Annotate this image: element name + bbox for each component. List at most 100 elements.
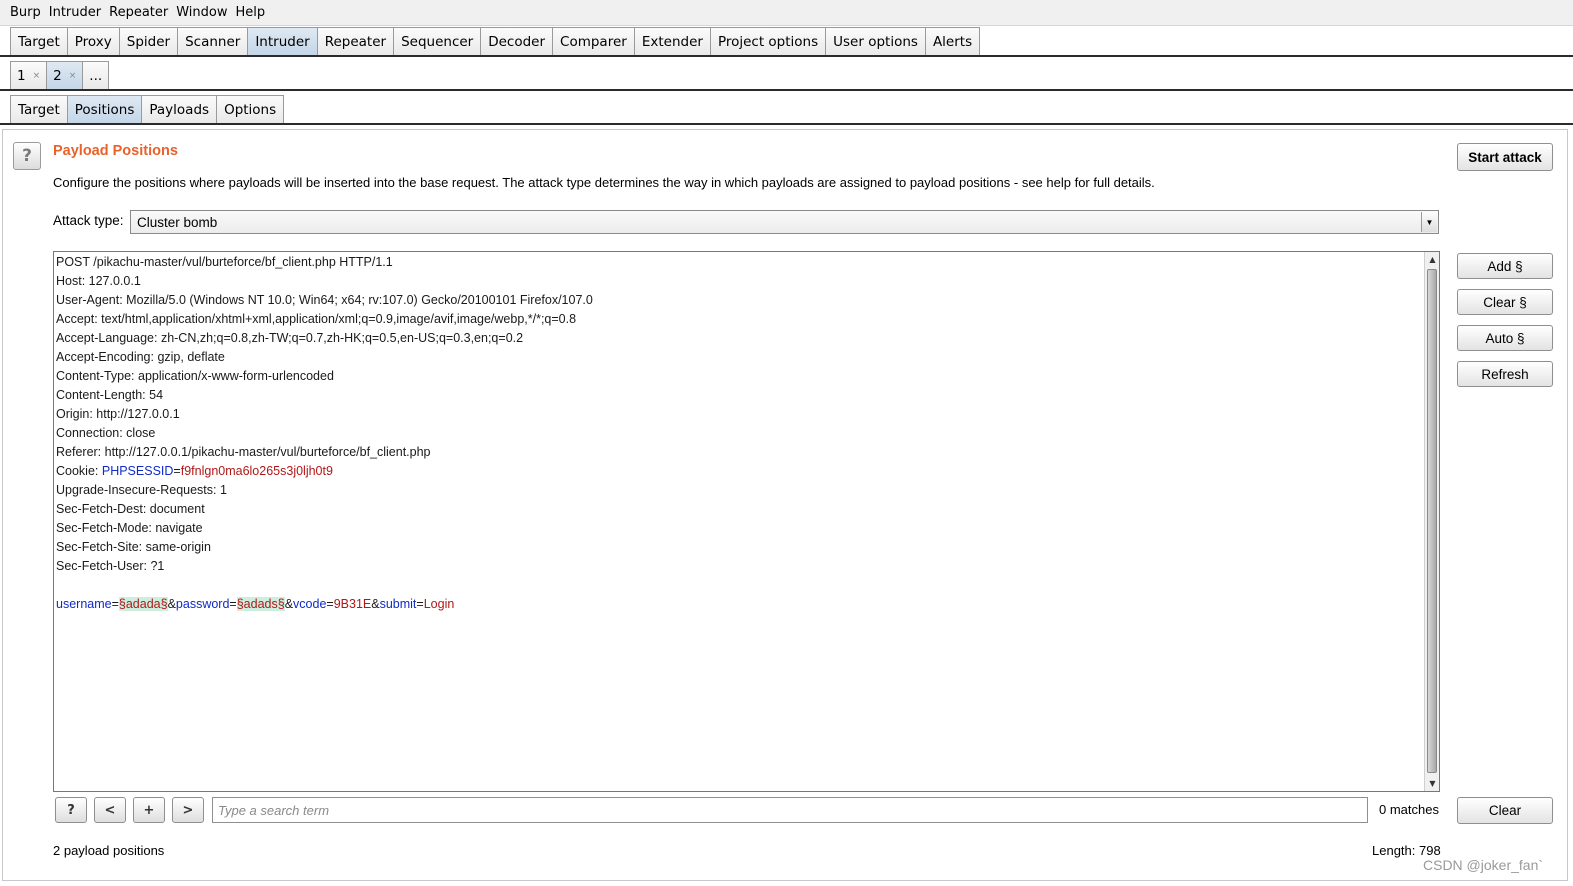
request-line: Content-Length: 54 bbox=[56, 388, 164, 402]
scroll-thumb[interactable] bbox=[1427, 269, 1437, 773]
payload-marker[interactable]: §adada§ bbox=[118, 597, 168, 611]
subtab-options[interactable]: Options bbox=[216, 95, 285, 123]
cookie-name: PHPSESSID bbox=[101, 464, 174, 478]
tab-sequencer[interactable]: Sequencer bbox=[393, 27, 482, 55]
param-name: password bbox=[175, 597, 230, 611]
close-icon[interactable]: × bbox=[33, 71, 41, 81]
subtab-target[interactable]: Target bbox=[10, 95, 68, 123]
section-description: Configure the positions where payloads w… bbox=[53, 175, 1155, 190]
search-next-button[interactable]: > bbox=[172, 797, 204, 823]
param-name: submit bbox=[379, 597, 417, 611]
subtab-positions[interactable]: Positions bbox=[66, 95, 143, 123]
request-line: Accept: text/html,application/xhtml+xml,… bbox=[56, 312, 577, 326]
search-prev-button[interactable]: < bbox=[94, 797, 126, 823]
cookie-value: f9fnlgn0ma6lo265s3j0ljh0t9 bbox=[180, 464, 333, 478]
request-line: Sec-Fetch-Mode: navigate bbox=[56, 521, 203, 535]
request-line: Upgrade-Insecure-Requests: 1 bbox=[56, 483, 227, 497]
main-tab-bar: Target Proxy Spider Scanner Intruder Repeater… bbox=[0, 27, 1573, 57]
tab-project-options[interactable]: Project options bbox=[709, 27, 827, 55]
scroll-up-icon[interactable]: ▲ bbox=[1425, 252, 1439, 267]
param-name: vcode bbox=[293, 597, 327, 611]
request-line: Connection: close bbox=[56, 426, 156, 440]
section-title: Payload Positions bbox=[53, 143, 178, 159]
param-value: Login bbox=[423, 597, 455, 611]
request-line bbox=[56, 576, 1416, 595]
refresh-button[interactable]: Refresh bbox=[1457, 361, 1553, 387]
request-line: Sec-Fetch-Site: same-origin bbox=[56, 540, 211, 554]
add-marker-button[interactable]: Add § bbox=[1457, 253, 1553, 279]
menu-item-window[interactable]: Window bbox=[172, 0, 231, 26]
menu-item-intruder[interactable]: Intruder bbox=[45, 0, 105, 26]
request-line: Accept-Encoding: gzip, deflate bbox=[56, 350, 225, 364]
config-tab-bar: Target Positions Payloads Options bbox=[0, 95, 1573, 125]
payload-marker[interactable]: §adads§ bbox=[236, 597, 285, 611]
watermark: CSDN @joker_fan` bbox=[1423, 857, 1544, 873]
request-line: Sec-Fetch-Dest: document bbox=[56, 502, 205, 516]
clear-markers-button[interactable]: Clear § bbox=[1457, 289, 1553, 315]
request-line-cookie: Cookie: PHPSESSID=f9fnlgn0ma6lo265s3j0lj… bbox=[56, 462, 1416, 481]
search-matches: 0 matches bbox=[1379, 802, 1439, 817]
separator: = bbox=[416, 597, 424, 611]
attack-tab-label: 2 bbox=[53, 67, 62, 84]
subtab-payloads[interactable]: Payloads bbox=[141, 95, 218, 123]
attack-type-label: Attack type: bbox=[53, 213, 124, 228]
separator: & bbox=[371, 597, 380, 611]
editor-scrollbar[interactable]: ▲ ▼ bbox=[1424, 252, 1439, 791]
scroll-down-icon[interactable]: ▼ bbox=[1425, 776, 1439, 791]
separator: & bbox=[167, 597, 176, 611]
menu-bar: Burp Intruder Repeater Window Help bbox=[0, 0, 1573, 26]
request-line: Content-Type: application/x-www-form-url… bbox=[56, 369, 334, 383]
tab-decoder[interactable]: Decoder bbox=[480, 27, 554, 55]
menu-item-help[interactable]: Help bbox=[232, 0, 270, 26]
chevron-down-icon[interactable]: ▼ bbox=[1421, 212, 1437, 232]
menu-item-burp[interactable]: Burp bbox=[6, 0, 45, 26]
tab-comparer[interactable]: Comparer bbox=[552, 27, 635, 55]
search-input[interactable] bbox=[212, 797, 1368, 823]
request-line: Host: 127.0.0.1 bbox=[56, 274, 141, 288]
close-icon[interactable]: × bbox=[69, 71, 77, 81]
search-help-icon[interactable]: ? bbox=[55, 797, 87, 823]
search-add-button[interactable]: + bbox=[133, 797, 165, 823]
auto-markers-button[interactable]: Auto § bbox=[1457, 325, 1553, 351]
attack-tab-bar: 1 × 2 ×... bbox=[0, 61, 1573, 91]
tab-proxy[interactable]: Proxy bbox=[66, 27, 120, 55]
attack-type-select[interactable]: Cluster bomb ▼ bbox=[130, 210, 1439, 234]
request-editor[interactable]: POST /pikachu-master/vul/burteforce/bf_c… bbox=[53, 251, 1440, 792]
start-attack-button[interactable]: Start attack bbox=[1457, 143, 1553, 171]
request-line: User-Agent: Mozilla/5.0 (Windows NT 10.0… bbox=[56, 293, 593, 307]
request-line: Origin: http://127.0.0.1 bbox=[56, 407, 180, 421]
search-clear-button[interactable]: Clear bbox=[1457, 797, 1553, 824]
attack-tab-2[interactable]: 2 × bbox=[46, 61, 84, 89]
tab-repeater[interactable]: Repeater bbox=[316, 27, 395, 55]
new-attack-tab[interactable]: ... bbox=[82, 61, 110, 89]
request-body: username=§adada§&password=§adads§&vcode=… bbox=[56, 595, 1416, 614]
separator: & bbox=[284, 597, 294, 611]
separator: = bbox=[111, 597, 119, 611]
request-length: Length: 798 bbox=[1372, 843, 1441, 858]
attack-type-value: Cluster bomb bbox=[137, 214, 218, 230]
tab-scanner[interactable]: Scanner bbox=[177, 27, 249, 55]
request-line: Accept-Language: zh-CN,zh;q=0.8,zh-TW;q=… bbox=[56, 331, 524, 345]
payload-positions-count: 2 payload positions bbox=[53, 843, 165, 858]
attack-tab-label: 1 bbox=[17, 67, 26, 84]
cookie-prefix: Cookie: bbox=[56, 464, 102, 478]
attack-tab-1[interactable]: 1 × bbox=[10, 61, 48, 89]
request-line: POST /pikachu-master/vul/burteforce/bf_c… bbox=[56, 255, 393, 269]
separator: = bbox=[229, 597, 237, 611]
separator: = bbox=[326, 597, 334, 611]
tab-intruder[interactable]: Intruder bbox=[247, 27, 318, 55]
request-line: Referer: http://127.0.0.1/pikachu-master… bbox=[56, 445, 431, 459]
help-icon[interactable]: ? bbox=[13, 142, 41, 170]
tab-extender[interactable]: Extender bbox=[633, 27, 711, 55]
tab-user-options[interactable]: User options bbox=[825, 27, 926, 55]
cookie-eq: = bbox=[173, 464, 181, 478]
attack-tab-label: ... bbox=[89, 67, 103, 84]
menu-item-repeater[interactable]: Repeater bbox=[105, 0, 172, 26]
tab-spider[interactable]: Spider bbox=[118, 27, 179, 55]
param-value: 9B31E bbox=[333, 597, 372, 611]
tab-alerts[interactable]: Alerts bbox=[924, 27, 981, 55]
tab-target[interactable]: Target bbox=[10, 27, 68, 55]
request-line: Sec-Fetch-User: ?1 bbox=[56, 559, 165, 573]
param-name: username bbox=[56, 597, 112, 611]
request-text[interactable]: POST /pikachu-master/vul/burteforce/bf_c… bbox=[56, 253, 1416, 614]
